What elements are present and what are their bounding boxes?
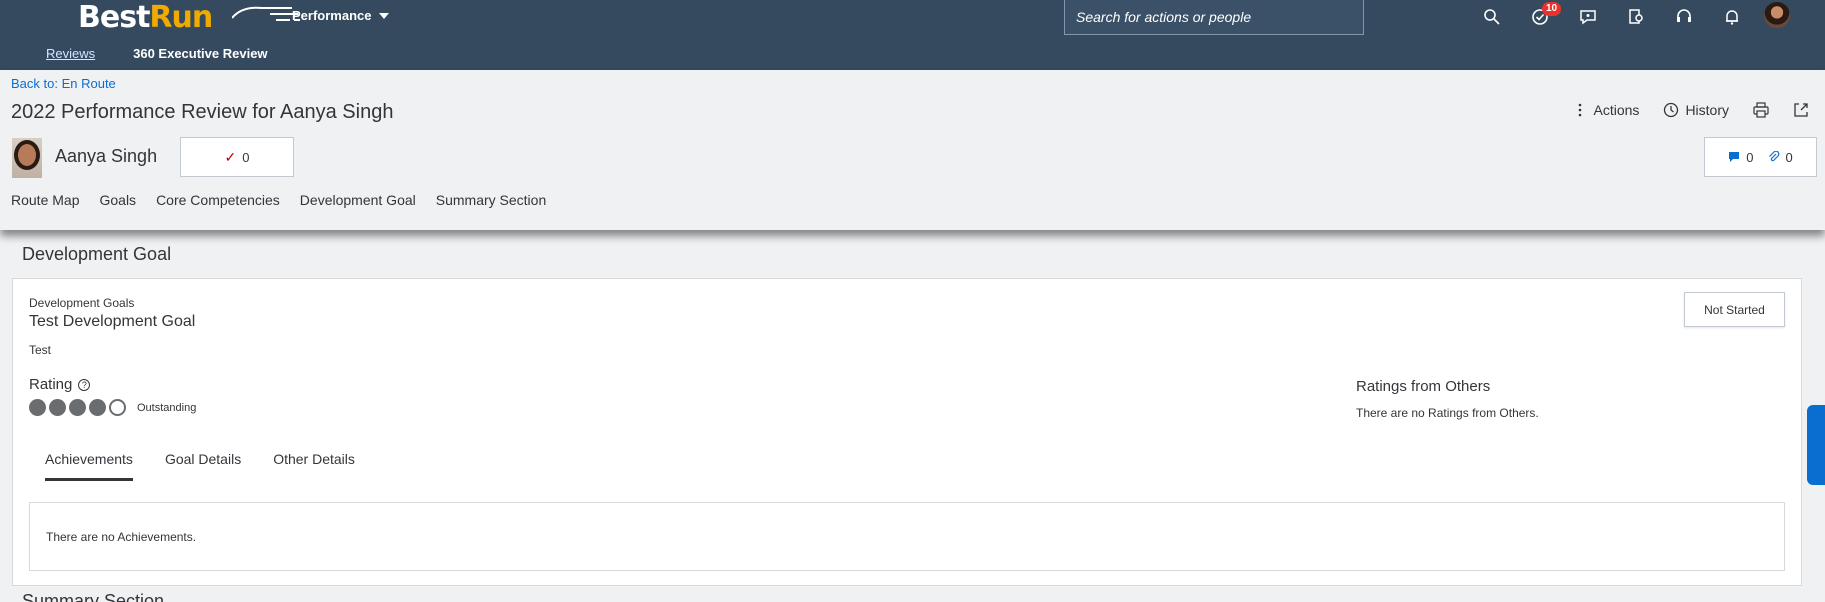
paperclip-icon (1768, 151, 1779, 162)
sub-navigation: Reviews 360 Executive Review (46, 46, 268, 61)
rating-dot-4[interactable] (89, 399, 106, 416)
comments-attachments-box: 0 0 (1704, 137, 1817, 177)
object-header: Back to: En Route 2022 Performance Revie… (0, 70, 1825, 230)
anchor-goals[interactable]: Goals (99, 192, 136, 208)
chat-bubble-icon (1580, 10, 1596, 25)
rating-indicator[interactable]: Outstanding (29, 399, 196, 416)
people-button[interactable] (1612, 0, 1660, 34)
others-ratings-title: Ratings from Others (1356, 378, 1491, 395)
status-button[interactable]: Not Started (1684, 292, 1785, 327)
rating-dot-5[interactable] (109, 399, 126, 416)
tab-achievements[interactable]: Achievements (29, 439, 149, 481)
help-button[interactable] (1660, 0, 1708, 34)
chevron-down-icon (379, 12, 390, 19)
module-switcher[interactable]: Performance (292, 8, 390, 23)
goal-description: Test (29, 343, 52, 357)
search-input[interactable]: Search for actions or people (1064, 0, 1364, 35)
export-button[interactable] (1793, 102, 1809, 118)
help-icon[interactable]: ? (78, 378, 91, 391)
headset-icon (1677, 9, 1691, 22)
attachments-button[interactable]: 0 (1768, 150, 1793, 165)
anchor-core-competencies[interactable]: Core Competencies (156, 192, 280, 208)
tab-goal-details[interactable]: Goal Details (149, 439, 257, 479)
search-icon (1484, 9, 1500, 25)
clock-icon (1664, 102, 1679, 118)
rating-text: Outstanding (137, 401, 197, 414)
page-title: 2022 Performance Review for Aanya Singh (11, 101, 394, 123)
user-avatar[interactable] (1764, 2, 1790, 28)
tab-panel: There are no Achievements. (29, 502, 1785, 571)
shell-icons: 10 (1468, 0, 1756, 34)
comments-button[interactable]: 0 (1728, 149, 1754, 165)
feedback-button[interactable] (1564, 0, 1612, 34)
rating-label-row: Rating ? (29, 376, 91, 393)
logo-best: Best (78, 0, 150, 35)
section-title: Development Goal (22, 244, 172, 264)
tab-empty-text: There are no Achievements. (46, 530, 197, 544)
history-label: History (1685, 102, 1729, 118)
completed-checks-box[interactable]: ✓ 0 (180, 137, 294, 177)
todo-button[interactable]: 10 (1516, 0, 1564, 34)
actions-label: Actions (1593, 102, 1640, 118)
next-section-title: Summary Section (22, 592, 165, 602)
tab-other-details[interactable]: Other Details (257, 439, 371, 479)
goal-name: Test Development Goal (29, 313, 196, 330)
goal-card: Development Goals Test Development Goal … (12, 278, 1802, 586)
search-button[interactable] (1468, 0, 1516, 34)
goal-category: Development Goals (29, 296, 135, 310)
back-link[interactable]: Back to: En Route (11, 76, 116, 91)
employee-photo (12, 138, 42, 178)
subnav-360-review[interactable]: 360 Executive Review (133, 46, 267, 61)
attachments-count: 0 (1785, 149, 1793, 165)
comment-icon (1729, 152, 1740, 162)
comments-count: 0 (1746, 149, 1754, 165)
more-vertical-icon (1578, 103, 1581, 117)
print-button[interactable] (1753, 102, 1769, 118)
history-button[interactable]: History (1663, 102, 1729, 118)
anchor-development-goal[interactable]: Development Goal (300, 192, 416, 208)
bell-icon (1726, 10, 1738, 25)
checks-count: 0 (242, 149, 250, 165)
others-ratings-empty: There are no Ratings from Others. (1356, 406, 1539, 420)
checkmark-icon: ✓ (224, 148, 237, 165)
printer-icon (1753, 102, 1769, 118)
logo-run: Run (149, 0, 213, 35)
people-icon (1629, 9, 1643, 24)
tab-bar: Achievements Goal Details Other Details (29, 439, 371, 481)
anchor-route-map[interactable]: Route Map (11, 192, 79, 208)
header-actions: Actions History (1572, 102, 1809, 118)
support-tab[interactable] (1807, 405, 1825, 485)
shell-bar: Best Run Performance Search for actions o… (0, 0, 1825, 70)
module-label: Performance (292, 8, 372, 23)
notifications-button[interactable] (1708, 0, 1756, 34)
rating-dot-2[interactable] (49, 399, 66, 416)
notification-badge: 10 (1542, 2, 1562, 16)
export-icon (1794, 103, 1808, 117)
subnav-reviews[interactable]: Reviews (46, 46, 95, 61)
anchor-summary-section[interactable]: Summary Section (436, 192, 546, 208)
anchor-bar: Route Map Goals Core Competencies Develo… (11, 192, 546, 208)
rating-dot-1[interactable] (29, 399, 46, 416)
employee-name: Aanya Singh (55, 146, 158, 166)
company-logo[interactable]: Best Run (78, 0, 300, 35)
actions-button[interactable]: Actions (1572, 102, 1640, 118)
rating-dot-3[interactable] (69, 399, 86, 416)
rating-label: Rating (29, 376, 73, 393)
